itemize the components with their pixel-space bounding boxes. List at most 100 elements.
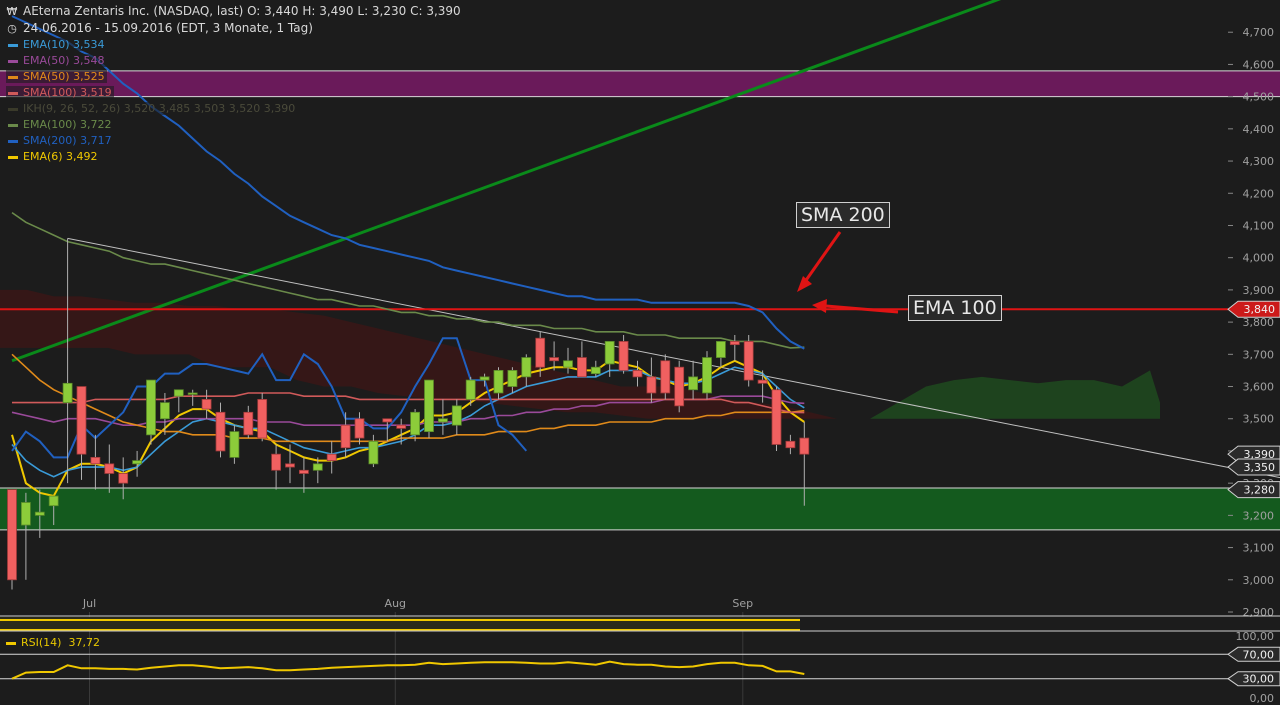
arrow-ema100-head — [812, 299, 827, 313]
x-tick-label: Jul — [82, 597, 96, 610]
legend-swatch — [8, 43, 18, 47]
candle-body — [632, 370, 643, 378]
y-tick-label: 4,600 — [1243, 58, 1275, 71]
legend-item: EMA(100) 3,722 — [6, 118, 114, 131]
y-tick-label: 3,000 — [1243, 574, 1275, 587]
chart-stage: 2,9003,0003,1003,2003,3003,4003,5003,600… — [0, 0, 1280, 705]
candle-body — [62, 382, 73, 404]
rsi-tick-label: 100,00 — [1236, 630, 1275, 643]
candle-body — [159, 402, 170, 420]
legend-item: EMA(50) 3,548 — [6, 54, 107, 67]
candle-body — [187, 392, 198, 395]
legend-label: EMA(6) 3,492 — [23, 150, 98, 163]
candle-body — [563, 360, 573, 368]
candle-body — [312, 463, 323, 471]
legend-swatch — [8, 75, 18, 79]
candlestick-icon: ₩ — [6, 5, 18, 18]
candle-body — [507, 370, 518, 387]
price-tag-label: 3,280 — [1244, 484, 1276, 497]
rsi-legend: RSI(14) 37,72 — [6, 636, 100, 649]
candle-body — [549, 357, 559, 362]
arrow-sma200-head — [797, 276, 812, 292]
candle-body — [34, 511, 45, 516]
chart-title: ₩ AEterna Zentaris Inc. (NASDAQ, last) O:… — [6, 4, 461, 18]
candle-body — [646, 376, 657, 394]
candle-body — [104, 463, 115, 474]
candle-body — [396, 424, 407, 429]
ichimoku-cloud-bullish — [870, 370, 1160, 419]
candle-body — [479, 376, 490, 381]
candle-body — [382, 418, 393, 423]
candle-body — [424, 379, 434, 433]
candle-body — [465, 379, 476, 400]
candle-body — [674, 366, 685, 407]
y-tick-label: 4,100 — [1243, 219, 1275, 232]
candle-body — [451, 405, 462, 426]
candle-body — [257, 399, 268, 439]
y-tick-label: 4,300 — [1243, 155, 1275, 168]
candle-body — [729, 341, 740, 346]
candle-body — [799, 437, 810, 455]
rsi-tick-label: 0,00 — [1250, 692, 1275, 705]
candle-body — [215, 411, 226, 452]
candle-body — [688, 376, 698, 391]
legend-swatch — [8, 91, 18, 95]
candle-body — [48, 495, 59, 507]
annotation-sma200: SMA 200 — [796, 202, 890, 228]
y-tick-label: 4,700 — [1243, 26, 1275, 39]
legend-item: IKH(9, 26, 52, 26) 3,520 3,485 3,503 3,5… — [6, 102, 298, 115]
legend-swatch — [8, 107, 18, 111]
price-tag-label: 3,840 — [1244, 303, 1276, 316]
candle-body — [298, 469, 309, 474]
candle-body — [493, 370, 504, 394]
y-tick-label: 4,000 — [1243, 252, 1275, 265]
arrow-sma200 — [800, 231, 842, 287]
candle-body — [702, 357, 712, 394]
legend-label: SMA(100) 3,519 — [23, 86, 112, 99]
candle-body — [785, 440, 796, 449]
y-tick-label: 3,200 — [1243, 509, 1275, 522]
legend-label: EMA(10) 3,534 — [23, 38, 105, 51]
legend-item: SMA(200) 3,717 — [6, 134, 114, 147]
candle-body — [590, 366, 601, 375]
y-tick-label: 4,200 — [1243, 187, 1275, 200]
candle-body — [368, 440, 379, 465]
y-tick-label: 3,600 — [1243, 381, 1275, 394]
candle-body — [660, 360, 671, 394]
legend-swatch — [8, 155, 18, 159]
rsi-swatch — [6, 641, 16, 645]
candle-body — [757, 379, 768, 384]
legend-item: SMA(50) 3,525 — [6, 70, 107, 83]
legend-item: EMA(6) 3,492 — [6, 150, 100, 163]
candle-body — [326, 453, 337, 462]
legend-swatch — [8, 139, 18, 143]
clock-icon: ◷ — [7, 22, 17, 35]
rsi-level-label: 70,00 — [1243, 648, 1275, 661]
candle-body — [132, 460, 143, 465]
purple-resistance-zone — [0, 70, 1280, 97]
y-tick-label: 3,800 — [1243, 316, 1275, 329]
candle-body — [437, 418, 448, 423]
y-tick-label: 3,500 — [1243, 413, 1275, 426]
y-tick-label: 4,500 — [1243, 91, 1275, 104]
candle-body — [146, 379, 156, 436]
legend-label: SMA(200) 3,717 — [23, 134, 112, 147]
candle-body — [90, 456, 101, 465]
candle-body — [271, 453, 282, 471]
legend-item: SMA(100) 3,519 — [6, 86, 114, 99]
candle-body — [76, 386, 87, 455]
legend-swatch — [8, 123, 18, 127]
x-tick-label: Sep — [732, 597, 753, 610]
candle-body — [173, 389, 184, 397]
legend-item: EMA(10) 3,534 — [6, 38, 107, 51]
series-sma-200- — [11, 15, 805, 350]
candle-body — [410, 411, 421, 436]
rsi-line — [11, 660, 805, 680]
y-tick-label: 3,700 — [1243, 348, 1275, 361]
candle-body — [535, 337, 546, 368]
legend-label: EMA(100) 3,722 — [23, 118, 112, 131]
legend-label: SMA(50) 3,525 — [23, 70, 105, 83]
candle-body — [7, 489, 17, 581]
legend-label: IKH(9, 26, 52, 26) 3,520 3,485 3,503 3,5… — [23, 102, 296, 115]
candle-body — [201, 399, 212, 410]
